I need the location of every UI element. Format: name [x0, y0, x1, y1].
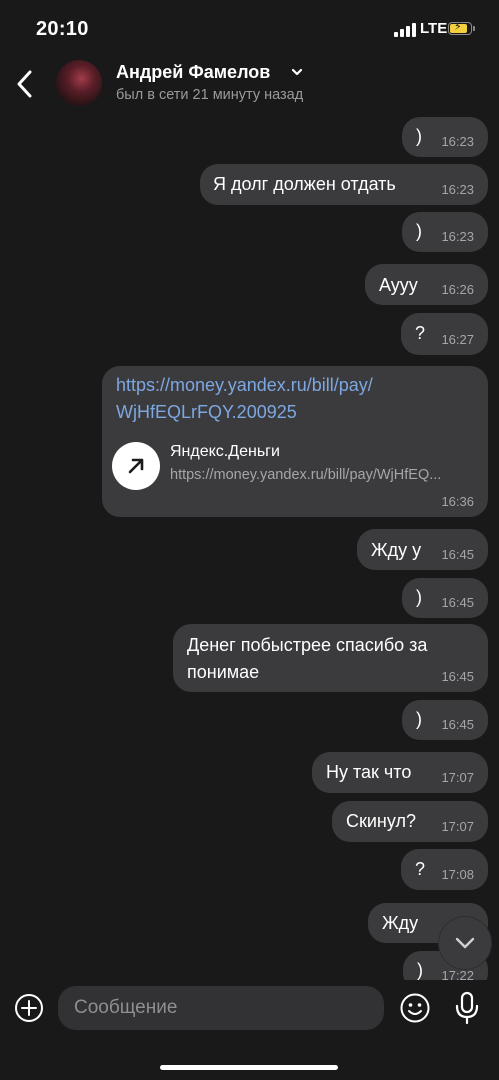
home-indicator [160, 1065, 338, 1070]
message-text: ) [416, 126, 422, 146]
chat-header: Андрей Фамелов был в сети 21 минуту наза… [0, 56, 499, 112]
voice-message-button[interactable] [454, 991, 480, 1025]
message-time: 16:45 [441, 595, 474, 610]
charging-bolt-icon: ⚡ [454, 21, 462, 33]
message-text: Аууу [379, 275, 418, 295]
battery-cap [473, 26, 475, 31]
message-text: ? [415, 859, 426, 879]
message-time: 17:07 [441, 770, 474, 785]
smiley-icon [400, 993, 430, 1023]
avatar[interactable] [56, 60, 102, 106]
message-text: ) [416, 709, 422, 729]
link-line: WjHfEQLrFQY.200925 [116, 402, 297, 422]
message-text-line: понимае [187, 662, 260, 682]
message-bubble[interactable]: ) 16:45 [402, 578, 488, 618]
message-bubble[interactable]: Скинул? 17:07 [332, 801, 488, 842]
status-time: 20:10 [36, 18, 89, 40]
message-bubble[interactable]: Я долг должен отдать 16:23 [200, 164, 488, 205]
message-time: 17:07 [441, 819, 474, 834]
message-text: Жду у [371, 540, 422, 560]
message-time: 16:36 [441, 494, 474, 509]
message-time: 16:23 [441, 229, 474, 244]
message-text: Скинул? [346, 811, 416, 831]
message-link[interactable]: https://money.yandex.ru/bill/pay/ WjHfEQ… [116, 372, 373, 426]
message-text: ) [416, 587, 422, 607]
message-bubble[interactable]: Ну так что 17:07 [312, 752, 488, 793]
link-preview-icon[interactable] [112, 442, 160, 490]
message-input[interactable] [58, 986, 384, 1030]
chevron-down-icon [455, 937, 475, 949]
attach-button[interactable] [14, 993, 44, 1023]
message-text: Ну так что [326, 762, 412, 782]
message-time: 16:23 [441, 182, 474, 197]
message-text: ? [415, 323, 426, 343]
message-bubble[interactable]: Аууу 16:26 [365, 264, 488, 305]
composer-bar [0, 980, 499, 1080]
contact-name[interactable]: Андрей Фамелов [116, 62, 270, 83]
link-preview-title: Яндекс.Деньги [170, 443, 280, 460]
link-line: https://money.yandex.ru/bill/pay/ [116, 375, 373, 395]
message-text: Я долг должен отдать [213, 174, 396, 194]
message-time: 16:23 [441, 134, 474, 149]
message-bubble[interactable]: ? 17:08 [401, 849, 488, 890]
back-button[interactable] [10, 66, 38, 102]
chevron-left-icon [17, 70, 32, 98]
message-time: 16:45 [441, 669, 474, 684]
message-bubble[interactable]: ? 16:27 [401, 313, 488, 355]
message-time: 16:45 [441, 547, 474, 562]
signal-strength-icon [394, 23, 416, 37]
message-time: 17:08 [441, 867, 474, 882]
plus-circle-icon [15, 994, 43, 1022]
chevron-down-icon[interactable] [291, 67, 303, 77]
message-bubble[interactable]: Жду у 16:45 [357, 529, 488, 570]
message-time: 16:45 [441, 717, 474, 732]
emoji-button[interactable] [399, 992, 431, 1024]
arrow-up-right-icon [128, 458, 144, 474]
message-text-line: Денег побыстрее спасибо за [187, 635, 428, 655]
network-type: LTE [420, 20, 448, 37]
scroll-down-button[interactable] [439, 917, 491, 969]
status-bar: 20:10 LTE ⚡ [0, 0, 499, 56]
link-message-bubble[interactable]: https://money.yandex.ru/bill/pay/ WjHfEQ… [102, 366, 488, 517]
message-bubble[interactable]: Денег побыстрее спасибо за понимае 16:45 [173, 624, 488, 692]
link-preview-url: https://money.yandex.ru/bill/pay/WjHfEQ.… [170, 467, 442, 483]
message-text: ) [416, 221, 422, 241]
presence-status: был в сети 21 минуту назад [116, 87, 304, 103]
message-bubble[interactable]: ) 16:23 [402, 212, 488, 252]
message-time: 16:27 [441, 332, 474, 347]
microphone-icon [455, 991, 479, 1025]
message-text: Жду [382, 913, 419, 933]
message-bubble[interactable]: ) 16:23 [402, 117, 488, 157]
message-time: 16:26 [441, 282, 474, 297]
message-bubble[interactable]: ) 16:45 [402, 700, 488, 740]
battery-icon: ⚡ [448, 21, 472, 35]
